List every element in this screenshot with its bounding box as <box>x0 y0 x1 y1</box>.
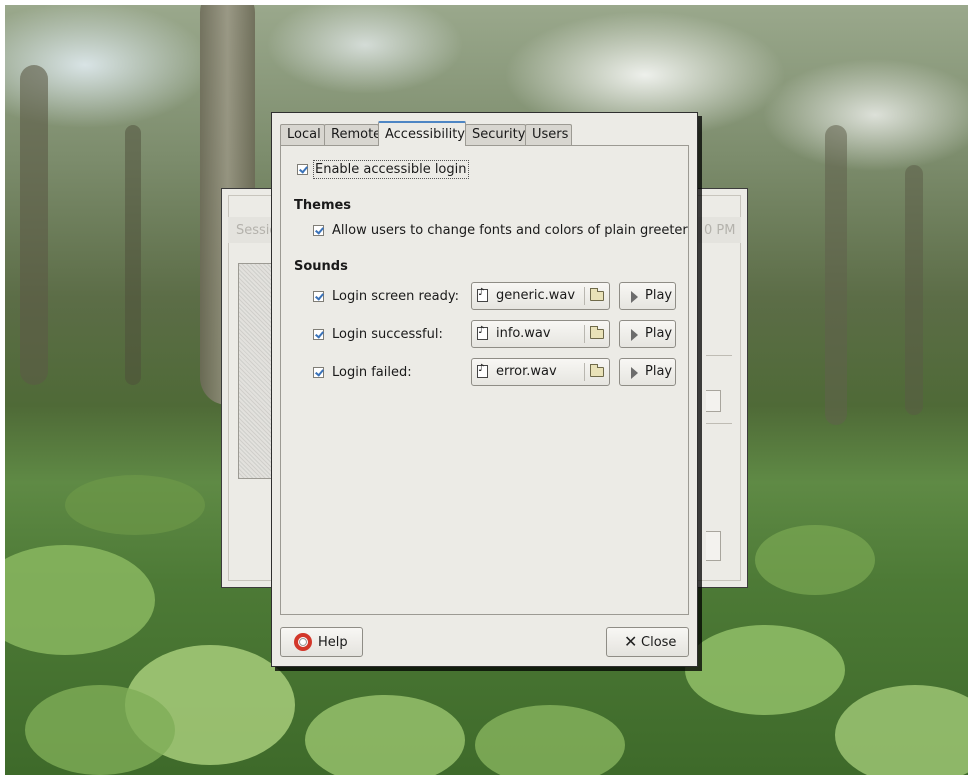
login-failed-file-chooser[interactable]: error.wav <box>471 358 610 386</box>
enable-accessible-login-label[interactable]: Enable accessible login <box>313 160 469 179</box>
login-successful-label[interactable]: Login successful: <box>332 327 443 342</box>
login-failed-play-button[interactable]: Play <box>619 358 676 386</box>
login-screen-ready-checkbox[interactable] <box>313 291 324 302</box>
login-successful-play-button[interactable]: Play <box>619 320 676 348</box>
login-failed-label[interactable]: Login failed: <box>332 365 412 380</box>
themes-heading: Themes <box>294 198 352 213</box>
chooser-separator <box>584 287 585 305</box>
tab-users[interactable]: Users <box>525 124 572 145</box>
background-button-edge <box>706 531 721 561</box>
play-label: Play <box>645 326 673 341</box>
login-screen-ready-file-chooser[interactable]: generic.wav <box>471 282 610 310</box>
tab-accessibility[interactable]: Accessibility <box>378 121 466 146</box>
background-button-edge <box>706 390 721 412</box>
close-x-icon: ✕ <box>624 632 638 651</box>
login-failed-checkbox[interactable] <box>313 367 324 378</box>
background-list-pane <box>238 263 274 479</box>
background-time-label: 0 PM <box>704 223 736 238</box>
close-label: Close <box>641 635 677 650</box>
help-lifebuoy-icon <box>294 633 312 651</box>
file-name: info.wav <box>496 326 551 341</box>
play-label: Play <box>645 364 673 379</box>
play-label: Play <box>645 288 673 303</box>
folder-open-icon <box>590 288 604 301</box>
chooser-separator <box>584 363 585 381</box>
play-icon <box>631 329 638 341</box>
allow-fonts-colors-label[interactable]: Allow users to change fonts and colors o… <box>332 223 688 238</box>
close-button[interactable]: ✕ Close <box>606 627 689 657</box>
background-separator <box>706 355 732 356</box>
login-window-preferences-dialog: Local Remote Accessibility Security User… <box>271 112 698 667</box>
enable-accessible-login-checkbox[interactable] <box>297 164 308 175</box>
music-file-icon <box>477 287 488 302</box>
file-name: generic.wav <box>496 288 576 303</box>
login-successful-checkbox[interactable] <box>313 329 324 340</box>
play-icon <box>631 291 638 303</box>
play-icon <box>631 367 638 379</box>
login-screen-ready-label[interactable]: Login screen ready: <box>332 289 459 304</box>
background-separator <box>706 423 732 424</box>
login-screen-ready-play-button[interactable]: Play <box>619 282 676 310</box>
login-successful-file-chooser[interactable]: info.wav <box>471 320 610 348</box>
music-file-icon <box>477 325 488 340</box>
music-file-icon <box>477 363 488 378</box>
tab-security[interactable]: Security <box>465 124 526 145</box>
folder-open-icon <box>590 326 604 339</box>
tab-local[interactable]: Local <box>280 124 325 145</box>
chooser-separator <box>584 325 585 343</box>
file-name: error.wav <box>496 364 557 379</box>
accessibility-tab-panel: Enable accessible login Themes Allow use… <box>280 145 689 615</box>
allow-fonts-colors-checkbox[interactable] <box>313 225 324 236</box>
sounds-heading: Sounds <box>294 259 348 274</box>
folder-open-icon <box>590 364 604 377</box>
help-button[interactable]: Help <box>280 627 363 657</box>
help-label: Help <box>318 635 348 650</box>
tab-remote[interactable]: Remote <box>324 124 381 145</box>
